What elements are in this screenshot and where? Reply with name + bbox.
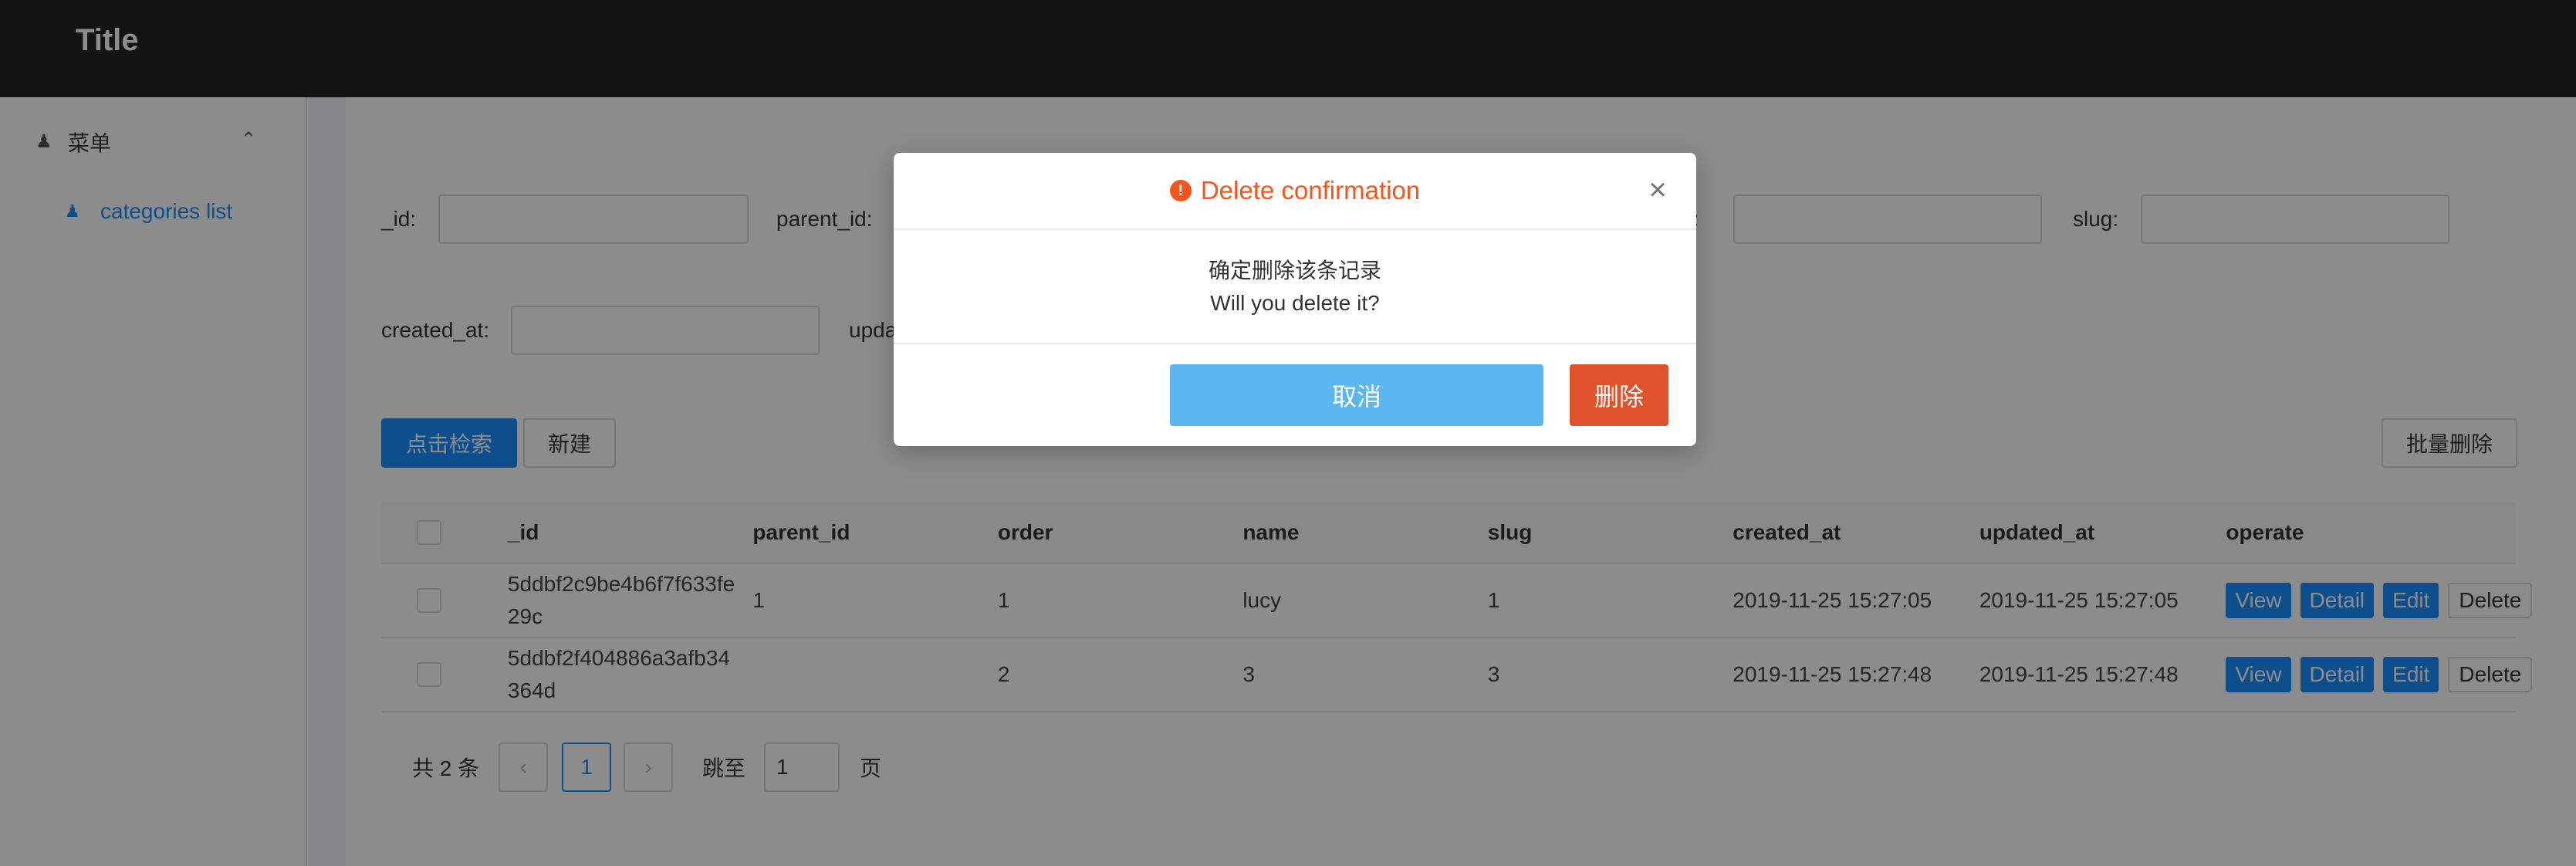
- dialog-header: ! Delete confirmation: [894, 153, 1696, 230]
- dialog-title: Delete confirmation: [1200, 176, 1421, 205]
- confirm-delete-button[interactable]: 删除: [1570, 364, 1668, 426]
- dialog-body: 确定删除该条记录 Will you delete it?: [894, 232, 1696, 344]
- delete-confirmation-dialog: ! Delete confirmation × 确定删除该条记录 Will yo…: [894, 153, 1696, 446]
- dialog-message-cn: 确定删除该条记录: [1208, 259, 1381, 282]
- close-icon[interactable]: ×: [1644, 174, 1672, 205]
- dialog-message-en: Will you delete it?: [1210, 291, 1380, 315]
- warning-icon: !: [1169, 180, 1192, 201]
- cancel-button[interactable]: 取消: [1170, 364, 1543, 426]
